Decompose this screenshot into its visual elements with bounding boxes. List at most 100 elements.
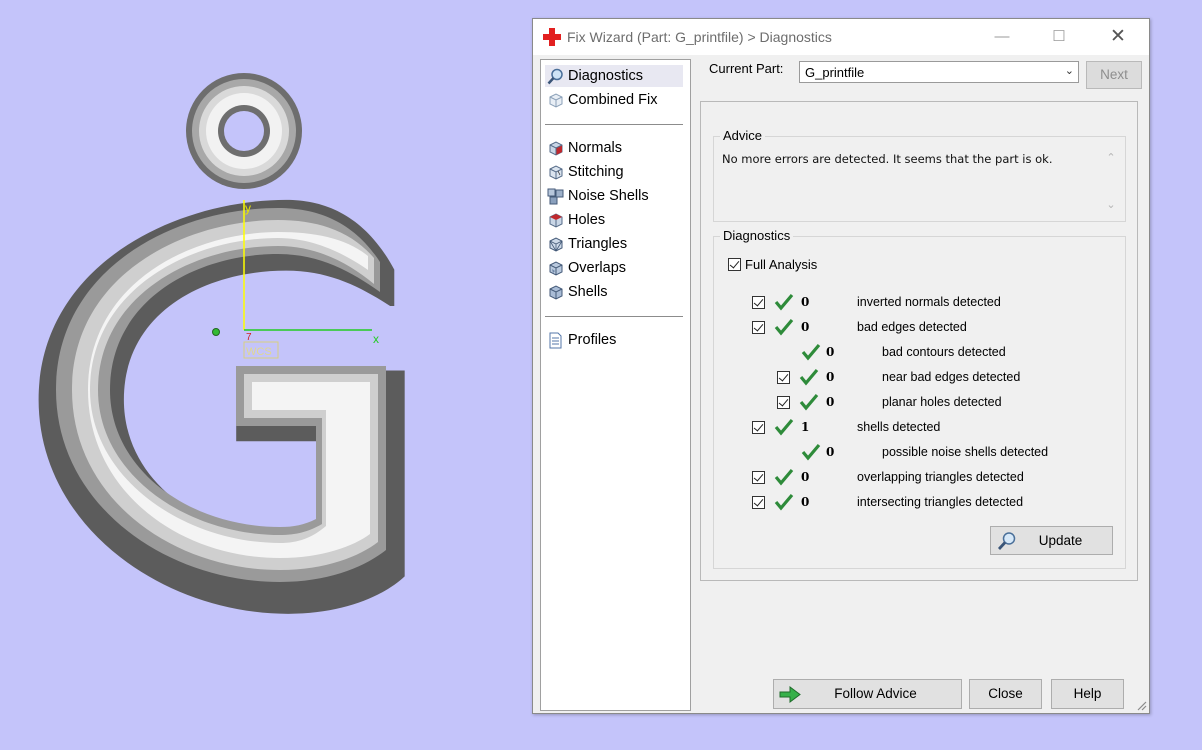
row-label: near bad edges detected [882,370,1021,384]
diag-row-noise-shells: 0 possible noise shells detected [714,443,1124,463]
green-check-icon [799,368,819,386]
nav-item-label: Stitching [568,164,624,180]
row-checkbox[interactable] [752,296,765,309]
z-axis-marker: 7 [246,332,252,343]
nav-item-normals[interactable]: Normals [545,137,683,159]
chevron-down-icon: ⌄ [1064,65,1074,77]
row-count: 0 [826,370,835,384]
origin-dot [212,328,220,336]
title-bar[interactable]: Fix Wizard (Part: G_printfile) > Diagnos… [533,19,1149,55]
green-arrow-icon [779,686,801,703]
row-checkbox[interactable] [752,496,765,509]
current-part-select[interactable]: G_printfile ⌄ [799,61,1079,83]
row-checkbox[interactable] [777,396,790,409]
nav-separator [545,316,683,317]
overlaps-cube-icon [549,261,563,276]
diag-row-inverted-normals: 0 inverted normals detected [714,293,1124,313]
g-keychain-model[interactable]: y x WCS 7 [0,0,532,750]
window-title: Fix Wizard (Part: G_printfile) > Diagnos… [567,29,832,45]
nav-item-shells[interactable]: Shells [545,281,683,303]
row-count: 0 [801,320,810,334]
minimize-icon[interactable]: — [988,25,1016,49]
row-count: 0 [826,445,835,459]
nav-item-stitching[interactable]: Stitching [545,161,683,183]
diag-row-planar-holes: 0 planar holes detected [714,393,1124,413]
nav-separator [545,124,683,125]
nav-item-triangles[interactable]: Triangles [545,233,683,255]
3d-viewport[interactable]: y x WCS 7 [0,0,532,750]
green-check-icon [801,343,821,361]
close-button[interactable]: Close [969,679,1042,709]
row-label: possible noise shells detected [882,445,1049,459]
green-check-icon [774,418,794,436]
diagnostics-group: Diagnostics Full Analysis 0 inverted nor… [713,228,1126,569]
cube-icon [549,93,563,108]
current-part-value: G_printfile [805,65,865,80]
magnifier-icon [547,68,563,85]
normals-cube-icon [549,141,563,156]
diag-row-intersecting-triangles: 0 intersecting triangles detected [714,493,1124,513]
green-check-icon [774,468,794,486]
row-label: overlapping triangles detected [857,470,1024,484]
maximize-icon[interactable]: ☐ [1045,25,1073,49]
scroll-down-icon[interactable]: ⌄ [1103,198,1119,211]
full-analysis-label: Full Analysis [745,257,818,272]
follow-advice-button[interactable]: Follow Advice [773,679,962,709]
diagnostics-panel: Advice No more errors are detected. It s… [700,101,1138,581]
red-cross-icon [543,28,561,46]
advice-title: Advice [720,128,766,143]
noise-shells-icon [547,188,564,205]
nav-item-noise-shells[interactable]: Noise Shells [545,185,683,207]
row-label: planar holes detected [882,395,1002,409]
nav-item-combined-fix[interactable]: Combined Fix [545,89,683,111]
update-button[interactable]: Update [990,526,1113,555]
advice-scrollbar[interactable]: ⌃ ⌄ [1103,151,1119,211]
row-count: 0 [801,495,810,509]
row-checkbox[interactable] [777,371,790,384]
nav-item-label: Combined Fix [568,92,658,108]
row-label: bad edges detected [857,320,967,334]
diag-row-shells: 1 shells detected [714,418,1124,438]
nav-item-profiles[interactable]: Profiles [545,329,683,351]
row-count: 0 [801,470,810,484]
nav-item-label: Triangles [568,236,628,252]
close-icon[interactable]: ✕ [1104,25,1132,49]
row-count: 0 [801,295,810,309]
row-count: 1 [801,420,810,434]
green-check-icon [774,493,794,511]
follow-advice-label: Follow Advice [834,686,917,701]
row-label: shells detected [857,420,941,434]
green-check-icon [774,318,794,336]
nav-item-label: Profiles [568,332,617,348]
help-button[interactable]: Help [1051,679,1124,709]
triangles-cube-icon [549,237,563,252]
scroll-up-icon[interactable]: ⌃ [1103,151,1119,164]
row-count: 0 [826,345,835,359]
green-check-icon [799,393,819,411]
nav-item-holes[interactable]: Holes [545,209,683,231]
green-check-icon [774,293,794,311]
shells-cube-icon [549,285,563,300]
row-checkbox[interactable] [752,471,765,484]
nav-item-overlaps[interactable]: Overlaps [545,257,683,279]
next-button[interactable]: Next [1086,61,1142,89]
nav-item-diagnostics[interactable]: Diagnostics [545,65,683,87]
row-checkbox[interactable] [752,321,765,334]
resize-grip-icon[interactable] [1135,699,1147,711]
advice-text: No more errors are detected. It seems th… [722,152,1053,166]
diag-row-overlapping-triangles: 0 overlapping triangles detected [714,468,1124,488]
nav-item-label: Normals [568,140,622,156]
fix-wizard-window: Fix Wizard (Part: G_printfile) > Diagnos… [532,18,1150,714]
wizard-nav: Diagnostics Combined Fix Normals Stitchi… [540,59,691,711]
y-axis-label: y [245,201,251,215]
nav-item-label: Holes [568,212,606,228]
row-checkbox[interactable] [752,421,765,434]
row-label: intersecting triangles detected [857,495,1024,509]
row-label: inverted normals detected [857,295,1001,309]
nav-item-label: Overlaps [568,260,627,276]
document-icon [549,332,562,349]
full-analysis-checkbox[interactable] [728,258,741,271]
update-label: Update [1038,533,1083,548]
green-check-icon [801,443,821,461]
diagnostics-title: Diagnostics [720,228,794,243]
